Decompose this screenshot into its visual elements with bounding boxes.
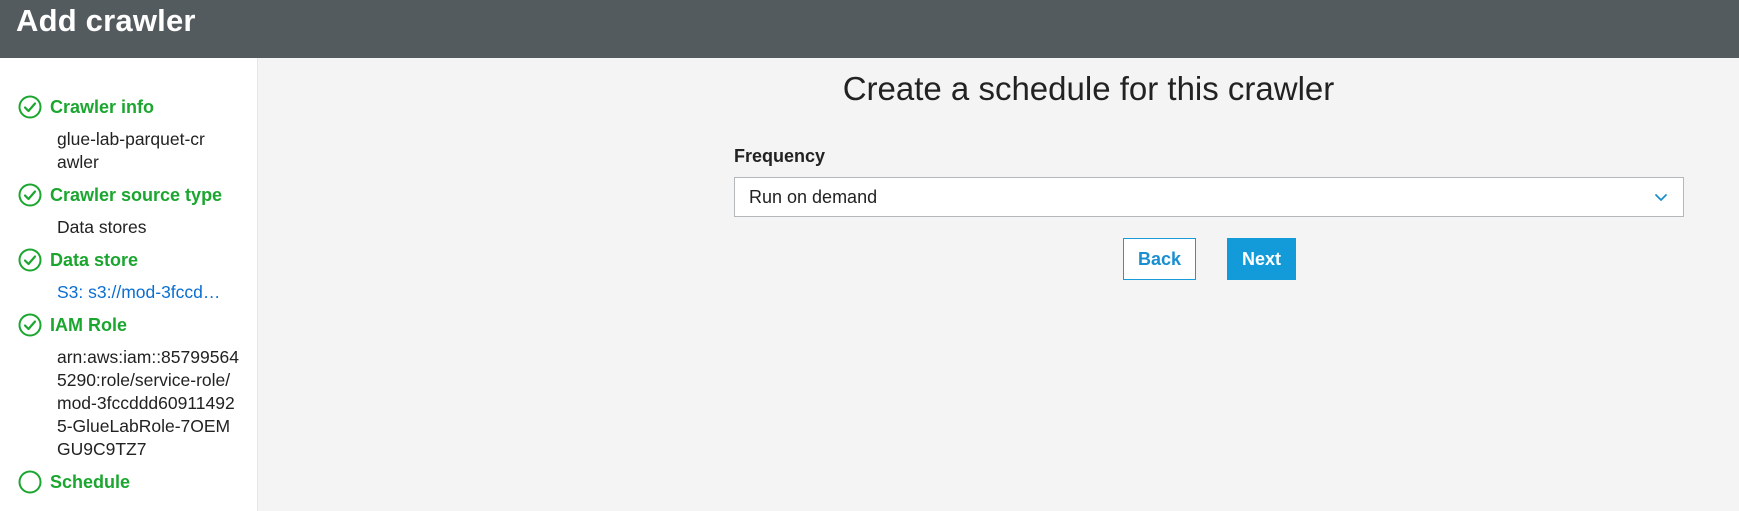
header-bar: Add crawler (0, 0, 1739, 58)
step-crawler-info[interactable]: Crawler info glue-lab-parquet-crawler (0, 94, 257, 174)
step-title: Crawler source type (50, 184, 223, 205)
wizard-steps-sidebar: Crawler info glue-lab-parquet-crawler Cr… (0, 58, 258, 511)
step-schedule[interactable]: Schedule (0, 469, 257, 495)
step-title: Data store (50, 249, 139, 270)
check-circle-icon (18, 248, 42, 272)
step-iam-role[interactable]: IAM Role arn:aws:iam::857995645290:role/… (0, 312, 257, 461)
step-value: glue-lab-parquet-crawler (57, 129, 205, 172)
step-value: arn:aws:iam::857995645290:role/service-r… (57, 347, 239, 459)
data-store-link[interactable]: S3: s3://mod-3fccd… (18, 281, 257, 304)
step-title: IAM Role (50, 314, 128, 335)
back-button[interactable]: Back (1123, 238, 1196, 280)
check-circle-icon (18, 95, 42, 119)
step-value: Data stores (57, 217, 147, 237)
check-circle-icon (18, 183, 42, 207)
page-title: Create a schedule for this crawler (842, 70, 1335, 107)
next-button[interactable]: Next (1227, 238, 1296, 280)
step-title: Schedule (50, 471, 131, 492)
chevron-down-icon (1655, 194, 1667, 201)
empty-circle-icon (18, 470, 42, 494)
page-header-title: Add crawler (16, 3, 196, 38)
frequency-select[interactable]: Run on demand (734, 177, 1684, 217)
step-data-store[interactable]: Data store S3: s3://mod-3fccd… (0, 247, 257, 304)
step-crawler-source-type[interactable]: Crawler source type Data stores (0, 182, 257, 239)
main-panel: Create a schedule for this crawler Frequ… (258, 58, 1739, 511)
step-title: Crawler info (50, 96, 155, 117)
frequency-label: Frequency (734, 146, 826, 166)
check-circle-icon (18, 313, 42, 337)
frequency-selected-value: Run on demand (749, 186, 878, 207)
